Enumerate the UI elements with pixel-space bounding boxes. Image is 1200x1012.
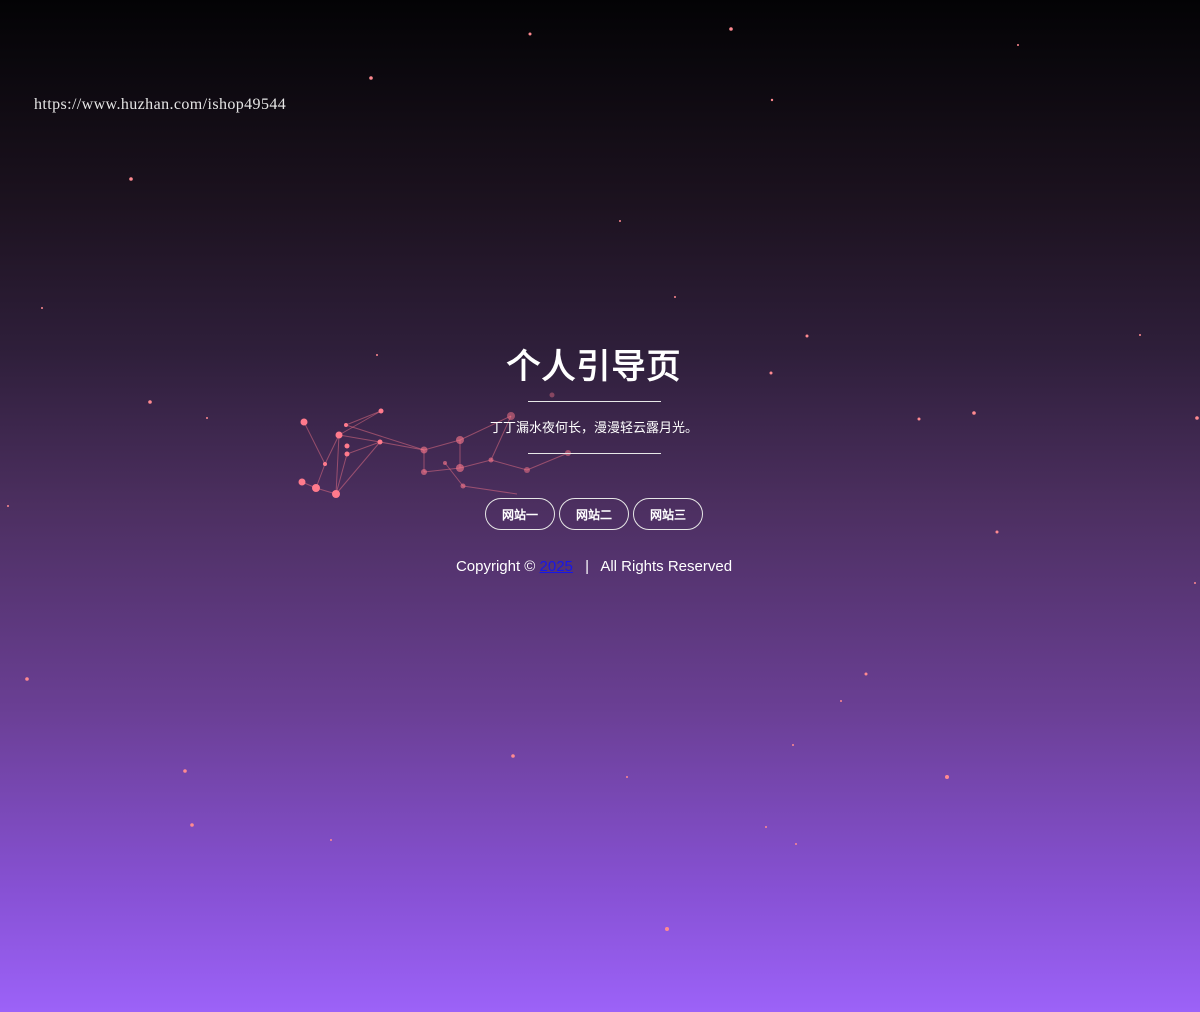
title-divider-bottom (527, 453, 661, 454)
footer: Copyright © 2025 | All Rights Reserved (0, 558, 1188, 575)
rights-text: All Rights Reserved (600, 558, 733, 575)
site-button-group: 网站一 网站二 网站三 (0, 498, 1188, 530)
url-watermark: https://www.huzhan.com/ishop49544 (34, 96, 287, 113)
page-title: 个人引导页 (506, 347, 682, 387)
year-link[interactable]: 2025 (540, 558, 573, 575)
copyright-label: Copyright © (455, 558, 536, 575)
site-button-1[interactable]: 网站一 (485, 498, 555, 530)
title-divider-top (527, 401, 661, 402)
main-content: 个人引导页 丁丁漏水夜何长，漫漫轻云露月光。 网站一 网站二 网站三 Copyr… (0, 346, 1188, 575)
site-button-2[interactable]: 网站二 (559, 498, 629, 530)
site-button-3[interactable]: 网站三 (633, 498, 703, 530)
footer-separator: | (585, 558, 589, 575)
page-subtitle: 丁丁漏水夜何长，漫漫轻云露月光。 (489, 421, 698, 436)
